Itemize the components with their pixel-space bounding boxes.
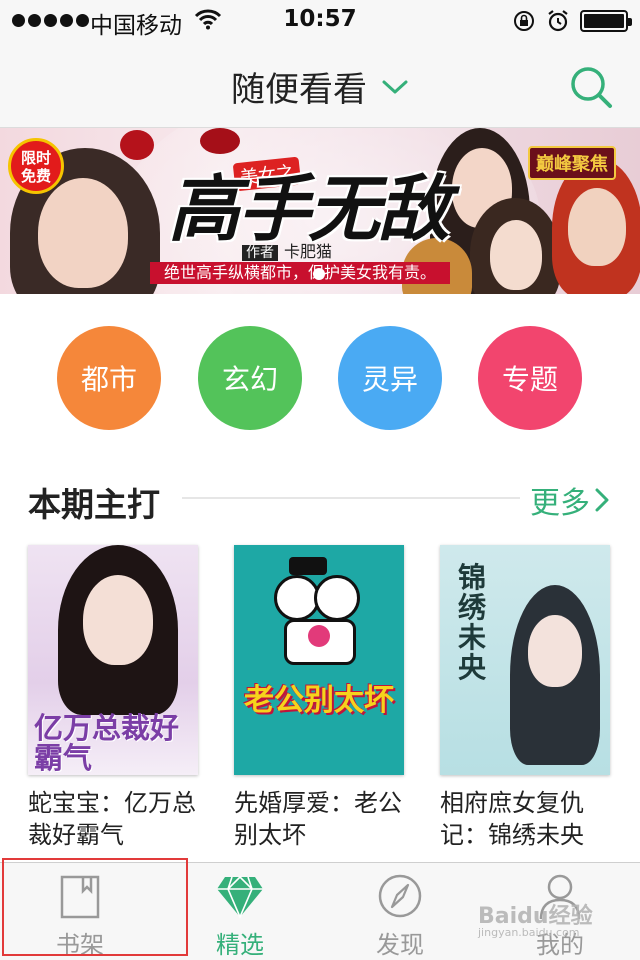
tab-label: 书架 [56,931,104,959]
tab-discover[interactable]: 发现 [320,863,480,960]
nav-title: 随便看看 [231,70,367,110]
search-icon[interactable] [566,62,616,112]
banner-pager-dot[interactable] [313,268,325,280]
more-label: 更多 [530,486,590,521]
tab-featured[interactable]: 精选 [160,863,320,960]
watermark: Baidu经验 jingyan.baidu.com [478,898,593,939]
tab-label: 精选 [216,931,264,959]
cover-title: 亿万总裁好霸气 [34,711,180,775]
clock-time: 10:57 [283,6,357,32]
section-divider [182,497,520,499]
publisher-logo: 巅峰聚焦 [528,146,616,180]
category-xuanhuan[interactable]: 玄幻 [198,326,302,430]
book-card[interactable]: 锦绣未央 相府庶女复仇记：锦绣未央 [440,545,612,851]
limited-free-badge: 限时免费 [8,138,64,194]
promo-banner[interactable]: 限时免费 美女之 高手无敌 作者 卡肥猫 绝世高手纵横都市，保护美女我有责。 巅峰… [0,128,640,294]
chevron-right-icon [595,488,609,512]
bookshelf-icon [60,875,100,919]
cover-title: 老公别太坏 [244,683,394,718]
diamond-icon [217,875,263,920]
nav-bar: 随便看看 [0,40,640,128]
book-cover[interactable]: 老公别太坏 [234,545,404,775]
book-cover[interactable]: 锦绣未央 [440,545,610,775]
channel-switcher[interactable]: 随便看看 [231,62,409,111]
tab-label: 发现 [376,931,424,959]
book-card[interactable]: 老公别太坏 先婚厚爱：老公别太坏 [234,545,406,851]
book-cover[interactable]: 亿万总裁好霸气 [28,545,198,775]
orientation-lock-icon [514,11,534,31]
book-card[interactable]: 亿万总裁好霸气 蛇宝宝：亿万总裁好霸气 [28,545,200,851]
book-title: 相府庶女复仇记：锦绣未央 [440,789,584,849]
category-lingyi[interactable]: 灵异 [338,326,442,430]
category-zhuanti[interactable]: 专题 [478,326,582,430]
compass-icon [378,874,422,918]
alarm-icon [548,10,568,32]
book-title: 蛇宝宝：亿万总裁好霸气 [28,789,196,849]
tab-bookshelf[interactable]: 书架 [0,863,160,960]
section-title: 本期主打 [28,485,160,524]
author-name: 卡肥猫 [284,242,333,261]
author-tag: 作者 [242,245,278,261]
battery-fill [584,14,624,28]
banner-author: 作者 卡肥猫 [242,238,332,262]
cover-title: 锦绣未央 [458,561,487,684]
category-dushi[interactable]: 都市 [57,326,161,430]
more-link[interactable]: 更多 [530,478,610,522]
chevron-down-icon [382,80,408,93]
book-title: 先婚厚爱：老公别太坏 [234,789,402,849]
banner-tagline: 绝世高手纵横都市，保护美女我有责。 [150,262,450,284]
status-bar: 中国移动 10:57 [0,0,640,40]
badge-text: 限时免费 [20,149,51,185]
watermark-url: jingyan.baidu.com [478,926,580,939]
battery-icon [580,10,632,32]
